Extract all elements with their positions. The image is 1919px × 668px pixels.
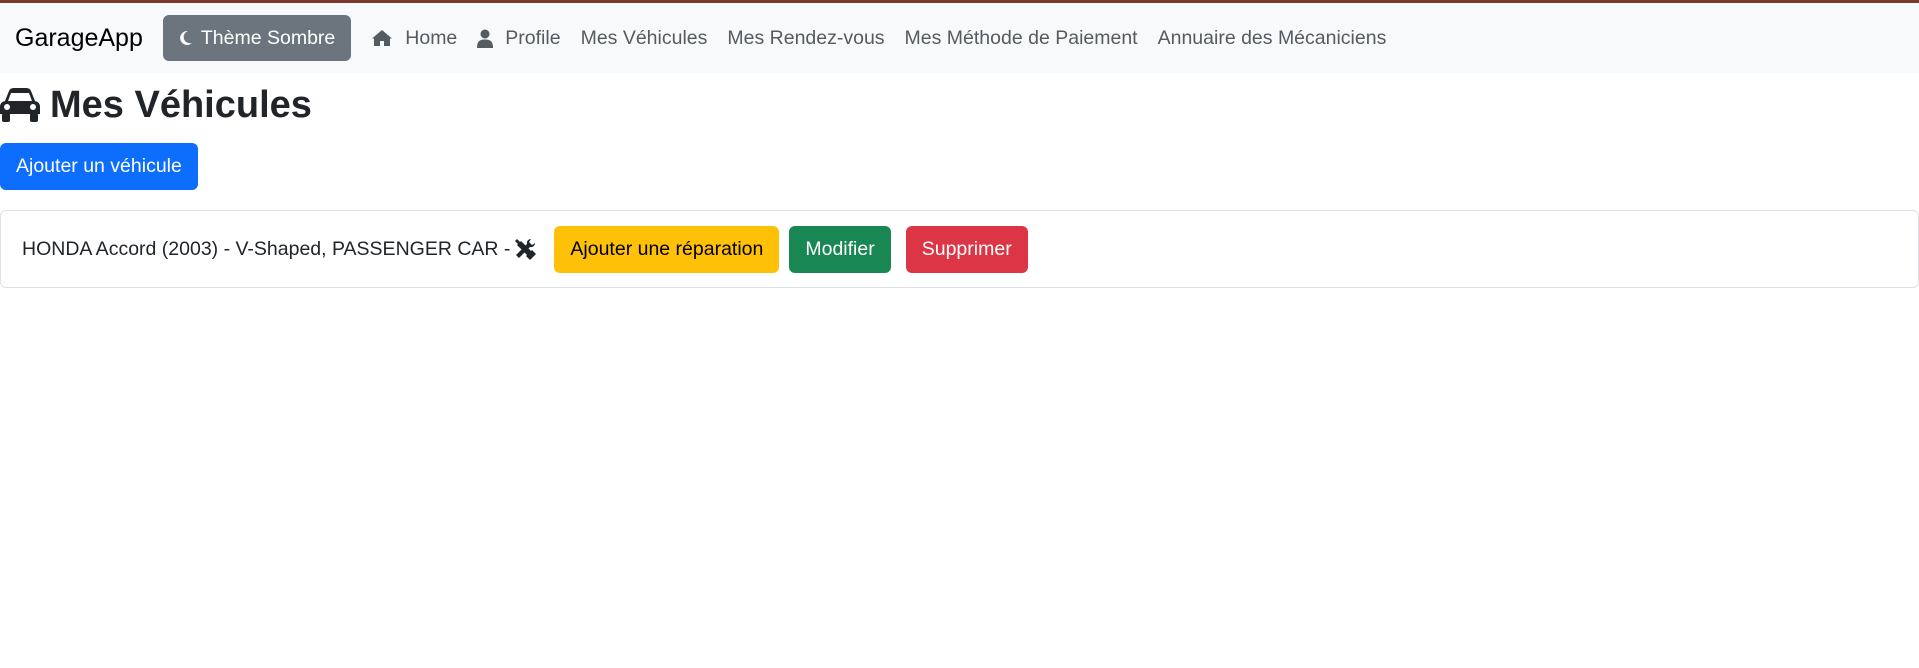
vehicle-list: HONDA Accord (2003) - V-Shaped, PASSENGE… [0,210,1919,288]
delete-vehicle-button[interactable]: Supprimer [905,225,1028,273]
nav-link-vehicles-label: Mes Véhicules [580,26,708,49]
nav-link-profile-label: Profile [505,26,561,49]
nav-link-home-label: Home [405,26,458,49]
main-content: Mes Véhicules Ajouter un véhicule HONDA … [0,77,1919,288]
nav-link-appointments[interactable]: Mes Rendez-vous [717,27,894,50]
navbar: GarageApp Thème Sombre Home Profile Mes … [0,3,1919,73]
car-icon [0,87,40,123]
moon-icon [179,30,193,46]
page-title: Mes Véhicules [0,77,1919,133]
user-icon [477,29,494,48]
edit-vehicle-button[interactable]: Modifier [789,225,891,273]
add-vehicle-button[interactable]: Ajouter un véhicule [0,143,198,190]
theme-toggle-button[interactable]: Thème Sombre [162,15,352,61]
vehicle-description: HONDA Accord (2003) - V-Shaped, PASSENGE… [22,237,511,260]
nav-link-mechanics-directory-label: Annuaire des Mécaniciens [1157,26,1387,49]
nav-link-payment-methods-label: Mes Méthode de Paiement [904,26,1138,49]
page-title-text: Mes Véhicules [50,83,312,126]
nav-link-payment-methods[interactable]: Mes Méthode de Paiement [895,27,1148,50]
add-repair-button[interactable]: Ajouter une réparation [554,225,780,273]
brand-link[interactable]: GarageApp [15,24,143,53]
tools-icon [514,238,537,260]
nav-link-mechanics-directory[interactable]: Annuaire des Mécaniciens [1148,27,1397,50]
nav-link-home[interactable]: Home [361,27,467,50]
home-icon [371,29,393,47]
nav-link-profile[interactable]: Profile [467,27,570,50]
nav-link-vehicles[interactable]: Mes Véhicules [571,27,718,50]
theme-toggle-label: Thème Sombre [200,26,336,49]
nav-link-appointments-label: Mes Rendez-vous [727,26,885,49]
